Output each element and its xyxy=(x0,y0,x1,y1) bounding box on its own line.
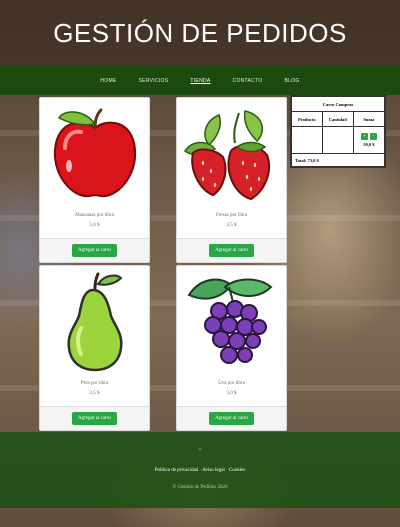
strawberry-icon xyxy=(177,98,286,210)
cart-total: Total: 73,0 $ xyxy=(291,153,385,167)
footer-mark: = xyxy=(198,448,202,453)
cart-table: Carro Compras Producto Cantidad Suma + - … xyxy=(291,96,386,167)
product-card-fresas: Fresas por libra 3,5 $ Agregar al carro xyxy=(176,97,287,263)
product-name: Uva por libra xyxy=(218,381,245,386)
product-price: 2,5 $ xyxy=(89,391,100,396)
hero-header: GESTIÓN DE PEDIDOS xyxy=(0,0,400,66)
apple-icon xyxy=(40,98,149,210)
nav-contacto[interactable]: CONTACTO xyxy=(233,78,263,84)
cart-title: Carro Compras xyxy=(291,96,385,112)
footer-separator: · xyxy=(199,468,202,473)
product-card-uva: Uva por libra 3,0 $ Agregar al carro xyxy=(176,265,287,431)
product-price: 5,0 $ xyxy=(89,223,100,228)
card-footer: Agregar al carro xyxy=(40,238,149,262)
nav-home[interactable]: HOME xyxy=(100,78,116,84)
card-footer: Agregar al carro xyxy=(177,406,286,430)
nav-blog[interactable]: BLOG xyxy=(285,78,300,84)
cart-col-producto: Producto xyxy=(291,111,323,127)
footer-copyright: © Gestión de Pedidos 2020 xyxy=(172,485,228,490)
site-title: GESTIÓN DE PEDIDOS xyxy=(53,17,347,48)
product-price: 3,0 $ xyxy=(226,391,237,396)
cart-sum-value: 50,0 $ xyxy=(363,142,375,147)
card-footer: Agregar al carro xyxy=(40,406,149,430)
footer-link-privacidad[interactable]: Política de privacidad xyxy=(155,468,199,473)
increase-button[interactable]: + xyxy=(360,133,368,140)
site-footer: = Política de privacidad · Aviso legal ·… xyxy=(0,432,400,508)
footer-links: Política de privacidad · Aviso legal · C… xyxy=(0,468,400,473)
nav-servicios[interactable]: SERVICIOS xyxy=(139,78,169,84)
footer-link-aviso-legal[interactable]: Aviso legal xyxy=(202,468,225,473)
cart-col-cantidad: Cantidad xyxy=(321,111,354,127)
cart-cell-producto xyxy=(291,126,323,154)
footer-separator: · xyxy=(226,468,228,473)
decrease-button[interactable]: - xyxy=(369,133,377,140)
nav-tienda[interactable]: TIENDA xyxy=(190,78,210,84)
cart-col-suma: Suma xyxy=(352,111,386,127)
cart-cell-suma: + - 50,0 $ xyxy=(352,126,386,154)
product-name: Manzanas por libra xyxy=(75,213,114,218)
add-to-cart-button[interactable]: Agregar al carro xyxy=(72,244,117,257)
product-name: Pera por libra xyxy=(80,381,109,386)
add-to-cart-button[interactable]: Agregar al carro xyxy=(209,412,254,425)
shopping-cart: Carro Compras Producto Cantidad Suma + - … xyxy=(290,95,386,168)
footer-link-cookies[interactable]: Cookies xyxy=(229,468,245,473)
grapes-icon xyxy=(177,266,286,378)
main-nav: HOME SERVICIOS TIENDA CONTACTO BLOG xyxy=(0,66,400,95)
card-footer: Agregar al carro xyxy=(177,238,286,262)
product-card-manzanas: Manzanas por libra 5,0 $ Agregar al carr… xyxy=(39,97,150,263)
add-to-cart-button[interactable]: Agregar al carro xyxy=(72,412,117,425)
product-price: 3,5 $ xyxy=(226,223,237,228)
cart-cell-cantidad xyxy=(321,126,354,154)
product-card-pera: Pera por libra 2,5 $ Agregar al carro xyxy=(39,265,150,431)
product-name: Fresas por libra xyxy=(215,213,248,218)
add-to-cart-button[interactable]: Agregar al carro xyxy=(209,244,254,257)
pear-icon xyxy=(40,266,149,378)
